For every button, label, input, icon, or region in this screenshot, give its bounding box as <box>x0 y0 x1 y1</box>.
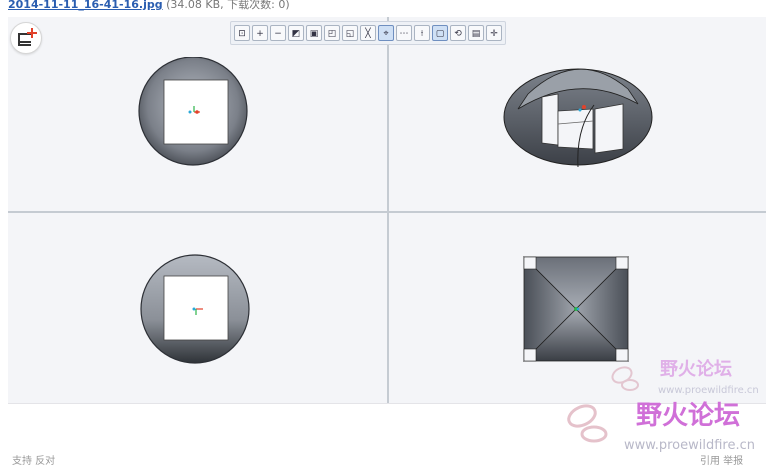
add-attachment-button[interactable] <box>10 22 42 54</box>
post-actions-left[interactable]: 支持 反对 <box>12 452 55 467</box>
zoom-out-icon[interactable]: − <box>270 25 286 41</box>
view-top-left[interactable] <box>128 57 258 187</box>
isometric-part <box>503 68 653 168</box>
view-toolbar: ⊡ + − ◩ ▣ ◰ ◱ ╳ ⌖ ⋯ ⟊ ▢ ⟲ ▤ ✛ <box>230 21 506 45</box>
saved-views-icon[interactable]: ⟲ <box>450 25 466 41</box>
svg-text:www.proewildfire.cn: www.proewildfire.cn <box>658 385 759 396</box>
repaint-icon[interactable]: ◩ <box>288 25 304 41</box>
post-actions-right[interactable]: 引用 举报 <box>700 452 743 467</box>
shading-edges-icon[interactable]: ◰ <box>324 25 340 41</box>
view-manager-icon[interactable]: ▢ <box>432 25 448 41</box>
coordinate-system-icon[interactable]: ⟊ <box>414 25 430 41</box>
svg-text:野火论坛: 野火论坛 <box>660 358 732 380</box>
zoom-fit-icon[interactable]: ⊡ <box>234 25 250 41</box>
attachment-meta: (34.08 KB, 下载次数: 0) <box>166 0 290 11</box>
attachment-caption: 2014-11-11_16-41-16.jpg (34.08 KB, 下载次数:… <box>8 0 290 12</box>
view-top-right[interactable] <box>498 49 658 179</box>
viewport-divider-horizontal <box>8 211 766 213</box>
bottom-part <box>523 256 629 362</box>
watermark-small: 野火论坛 www.proewildfire.cn <box>611 358 759 396</box>
svg-text:www.proewildfire.cn: www.proewildfire.cn <box>624 438 755 453</box>
shading-icon[interactable]: ▣ <box>306 25 322 41</box>
zoom-in-icon[interactable]: + <box>252 25 268 41</box>
attachment-filename-link[interactable]: 2014-11-11_16-41-16.jpg <box>8 0 163 11</box>
butterfly-logo-icon <box>611 366 639 391</box>
watermark-large: 野火论坛 www.proewildfire.cn <box>567 401 755 453</box>
datum-points-icon[interactable]: ⋯ <box>396 25 412 41</box>
hidden-line-icon[interactable]: ◱ <box>342 25 358 41</box>
svg-text:野火论坛: 野火论坛 <box>636 401 740 431</box>
view-bottom-right[interactable] <box>520 253 632 365</box>
add-frame-icon <box>18 33 31 46</box>
model-viewer[interactable]: ⊡ + − ◩ ▣ ◰ ◱ ╳ ⌖ ⋯ ⟊ ▢ ⟲ ▤ ✛ <box>8 17 766 404</box>
layers-icon[interactable]: ▤ <box>468 25 484 41</box>
square-cutout <box>163 275 229 341</box>
spin-center-icon[interactable]: ✛ <box>486 25 502 41</box>
viewport-divider-vertical <box>387 17 389 403</box>
datum-axes-icon[interactable]: ⌖ <box>378 25 394 41</box>
datum-planes-icon[interactable]: ╳ <box>360 25 376 41</box>
butterfly-logo-icon <box>567 404 608 443</box>
view-bottom-left[interactable] <box>128 251 258 371</box>
